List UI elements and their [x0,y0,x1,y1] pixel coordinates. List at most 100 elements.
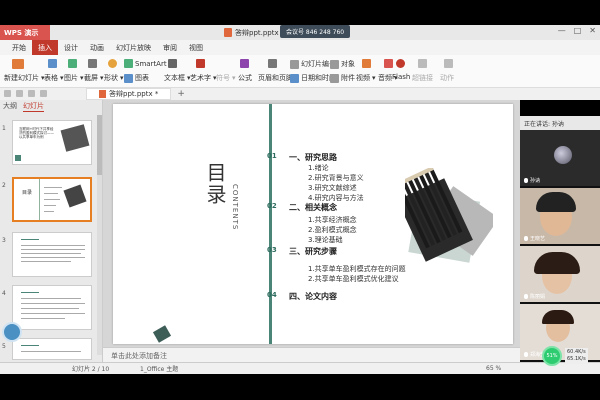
contents-label[interactable]: CONTENTS [231,184,239,230]
shape-icon [108,59,117,68]
slide-thumbnail-1[interactable]: 互联网+时代下共享经济的盈利模式探讨——以共享单车为例 [12,120,92,165]
screenshot-button[interactable]: 截屏 ▾ [84,73,104,83]
picture-button[interactable]: 图片 ▾ [64,73,84,83]
slide-title[interactable]: 目录 [201,162,230,206]
header-footer-button[interactable]: 页眉和页脚 [258,73,293,83]
tab-home[interactable]: 开始 [6,40,32,55]
hyperlink-icon [418,59,427,68]
attachment-button[interactable]: 附件 [330,73,355,83]
object-icon [330,59,339,69]
section-heading: 二、相关概念 [289,203,337,212]
speaking-indicator: 正在讲话: 孙讷 [520,116,600,130]
slide-thumbnail-3[interactable] [12,232,92,277]
current-slide[interactable]: 目录 CONTENTS 01 一、研究思路 1.绪论 2.研究背景与意义 3.研… [113,104,513,344]
screen: WPS 演示 答辩ppt.pptx 会议号 846 248 760 — □ ✕ … [0,0,600,400]
sub-item[interactable]: 1.绪论 [308,163,329,173]
network-monitor-badge[interactable]: 51% [542,346,562,366]
calendar-icon [290,73,299,83]
slide-thumbnail-2[interactable]: 目录 [12,177,92,222]
hyperlink-button[interactable]: 超链接 [412,73,433,83]
speaking-label: 正在讲话: 孙讷 [524,120,564,128]
new-tab-button[interactable]: + [177,89,185,99]
sub-item[interactable]: 3.理论基础 [308,235,343,245]
textbox-button[interactable]: 文本框 ▾ [164,73,191,83]
thumb-number: 2 [2,182,6,189]
action-button[interactable]: 动作 [440,73,454,83]
save-icon[interactable] [4,90,11,97]
shape-button[interactable]: 形状 ▾ [104,73,124,83]
thumbnail-scrollbar[interactable] [97,115,102,355]
chart-button[interactable]: 图表 [124,73,149,83]
meeting-share-pill[interactable]: 会议号 846 248 760 [280,25,351,38]
hyperlink-label: 超链接 [412,74,433,82]
sub-item[interactable]: 2.盈利模式概念 [308,225,357,235]
video-tile-1[interactable]: 孙讷 [520,130,600,186]
zoom-level[interactable]: 65 % [486,365,501,372]
smartart-label: SmartArt [135,59,167,68]
scrollbar-thumb[interactable] [97,115,102,175]
network-percent: 51% [546,353,558,359]
minimize-button[interactable]: — [558,26,566,35]
status-bar: 幻灯片 2 / 10 1_Office 主题 65 % [0,362,600,374]
maximize-button[interactable]: □ [574,26,582,35]
sub-item[interactable]: 1.共享经济概念 [308,215,357,225]
object-button[interactable]: 对象 [330,59,355,69]
participant-avatar [554,146,572,164]
participant-name: 孙讷 [524,177,540,184]
tab-insert[interactable]: 插入 [32,40,58,55]
participant-name: 王晓艺 [524,235,545,242]
smartart-button[interactable]: SmartArt [124,59,167,68]
notes-field[interactable]: 单击此处添加备注 [103,347,520,362]
slide-thumbnail-5[interactable] [12,338,92,360]
shape-label: 形状 [104,74,118,82]
chevron-down-icon: ▾ [60,74,64,82]
video-tile-3[interactable]: 陈丽娟 [520,246,600,302]
table-button[interactable]: 表格 ▾ [44,73,64,83]
document-title[interactable]: 答辩ppt.pptx [224,26,279,39]
tab-slideshow[interactable]: 幻灯片放映 [110,40,157,55]
symbol-button[interactable]: 符号 ▾ [216,73,236,83]
tab-animation[interactable]: 动画 [84,40,110,55]
print-icon[interactable] [16,90,23,97]
section-heading: 三、研究步骤 [289,247,337,256]
floating-avatar[interactable] [2,322,22,342]
tab-outline[interactable]: 大纲 [3,101,17,111]
new-slide-button[interactable]: 新建幻灯片 ▾ [4,73,45,83]
tab-view[interactable]: 视图 [183,40,209,55]
participant-hair [534,252,580,274]
redo-icon[interactable] [40,90,47,97]
mic-icon [524,294,528,299]
flash-button[interactable]: Flash [392,73,410,81]
sub-item[interactable]: 1.共享单车盈利模式存在的问题 [308,264,406,274]
video-label: 视频 [356,74,370,82]
section-number: 03 [267,246,277,254]
tab-design[interactable]: 设计 [58,40,84,55]
video-button[interactable]: 视频 ▾ [356,73,376,83]
picture-label: 图片 [64,74,78,82]
theme-name[interactable]: 1_Office 主题 [140,364,178,373]
pencils-ruler-image[interactable] [405,168,493,268]
file-tab[interactable]: 答辩ppt.pptx * [86,88,172,100]
chart-label: 图表 [135,74,149,82]
panel-tabs: 大纲 幻灯片 [0,100,102,112]
wordart-icon [196,59,205,68]
slide-thumbnail-4[interactable] [12,285,92,330]
app-menu-button[interactable]: WPS 演示 [0,25,50,40]
flash-label: Flash [392,73,411,81]
sub-item[interactable]: 2.共享单车盈利模式优化建议 [308,274,399,284]
tab-review[interactable]: 审阅 [157,40,183,55]
tab-slides[interactable]: 幻灯片 [23,101,44,112]
sub-item[interactable]: 2.研究背景与意义 [308,173,364,183]
sub-item[interactable]: 3.研究文献综述 [308,183,357,193]
pencils-image [63,184,87,208]
wordart-button[interactable]: 艺术字 ▾ [190,73,217,83]
slide-editor: 目录 CONTENTS 01 一、研究思路 1.绪论 2.研究背景与意义 3.研… [103,100,520,362]
pencils-image [60,124,90,152]
table-icon [48,59,57,68]
formula-button[interactable]: 公式 [238,73,252,83]
thumb-divider [39,179,40,220]
video-tile-2[interactable]: 王晓艺 [520,188,600,244]
undo-icon[interactable] [28,90,35,97]
thumb-title: 目录 [22,190,33,196]
close-button[interactable]: ✕ [589,26,596,35]
